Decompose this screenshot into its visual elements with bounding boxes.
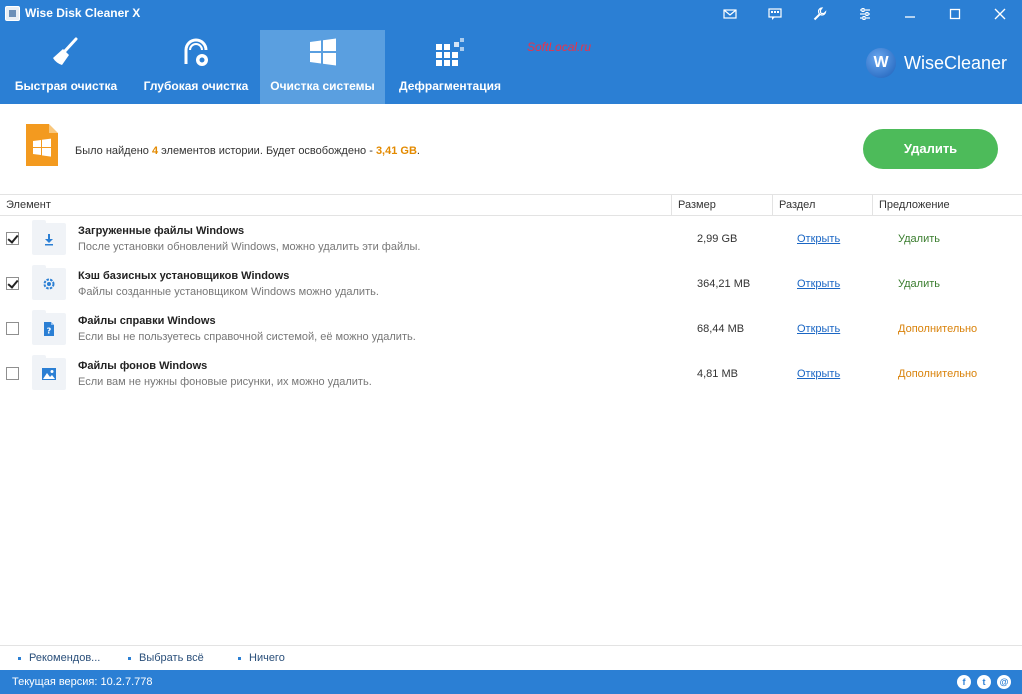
tab-defrag[interactable]: Дефрагментация [385, 30, 515, 104]
select-none-link[interactable]: Ничего [238, 652, 285, 664]
summary-text: Было найдено 4 элементов истории. Будет … [75, 145, 420, 157]
row-title: Файлы справки Windows [78, 315, 216, 327]
watermark: SoftLocal.ru [527, 40, 592, 54]
tab-quick-clean[interactable]: Быстрая очистка [0, 30, 132, 104]
open-link[interactable]: Открыть [797, 323, 840, 335]
row-suggestion: Удалить [898, 278, 940, 290]
image-icon [42, 368, 56, 380]
status-bar: Текущая версия: 10.2.7.778 f t @ [0, 670, 1022, 694]
maximize-icon[interactable] [942, 3, 968, 25]
help-file-icon: ? [44, 322, 54, 336]
row-description: Если вы не пользуетесь справочной систем… [78, 331, 416, 343]
tab-label: Очистка системы [270, 79, 375, 93]
app-title: Wise Disk Cleaner X [25, 6, 141, 20]
table-row[interactable]: Файлы фонов Windows Если вам не нужны фо… [0, 351, 1022, 396]
tab-system-clean[interactable]: Очистка системы [260, 30, 385, 104]
row-size: 2,99 GB [697, 233, 738, 245]
tab-deep-clean[interactable]: Глубокая очистка [132, 30, 260, 104]
mail-icon[interactable] [717, 3, 743, 25]
row-checkbox[interactable] [6, 232, 19, 245]
windows-icon [309, 38, 336, 66]
twitter-icon[interactable]: t [977, 675, 991, 689]
tab-label: Глубокая очистка [143, 79, 249, 93]
email-icon[interactable]: @ [997, 675, 1011, 689]
tools-icon[interactable] [807, 3, 833, 25]
version-text: Текущая версия: 10.2.7.778 [12, 676, 153, 688]
facebook-icon[interactable]: f [957, 675, 971, 689]
row-suggestion: Дополнительно [898, 323, 978, 335]
title-bar: Wise Disk Cleaner X [0, 0, 1022, 28]
open-link[interactable]: Открыть [797, 278, 840, 290]
table-row[interactable]: ? Файлы справки Windows Если вы не польз… [0, 306, 1022, 351]
column-item[interactable]: Элемент [0, 195, 671, 216]
gear-icon [43, 278, 55, 290]
table-row[interactable]: Загруженные файлы Windows После установк… [0, 216, 1022, 261]
row-checkbox[interactable] [6, 322, 19, 335]
row-title: Файлы фонов Windows [78, 360, 208, 372]
delete-button[interactable]: Удалить [863, 129, 998, 169]
tab-label: Дефрагментация [399, 79, 501, 93]
app-header: Wise Disk Cleaner X Быстрая очистка Глуб… [0, 0, 1022, 104]
select-all-link[interactable]: Выбрать всё [128, 652, 204, 664]
row-suggestion: Удалить [898, 233, 940, 245]
column-suggestion[interactable]: Предложение [872, 195, 1021, 216]
download-icon [45, 234, 53, 246]
total-size: 3,41 GB [375, 145, 417, 157]
row-title: Загруженные файлы Windows [78, 225, 245, 237]
vacuum-icon [184, 38, 208, 66]
brand-logo: W [866, 48, 896, 78]
broom-icon [53, 37, 78, 65]
close-icon[interactable] [987, 3, 1013, 25]
defrag-icon [436, 38, 464, 66]
column-size[interactable]: Размер [671, 195, 772, 216]
summary-panel: Было найдено 4 элементов истории. Будет … [0, 104, 1022, 194]
row-checkbox[interactable] [6, 367, 19, 380]
app-icon [5, 6, 20, 21]
table-header: Элемент Размер Раздел Предложение [0, 194, 1022, 216]
tab-label: Быстрая очистка [14, 79, 118, 93]
row-description: После установки обновлений Windows, можн… [78, 241, 421, 253]
row-size: 4,81 MB [697, 368, 738, 380]
table-row[interactable]: Кэш базисных установщиков Windows Файлы … [0, 261, 1022, 306]
row-title: Кэш базисных установщиков Windows [78, 270, 290, 282]
svg-text:?: ? [47, 327, 52, 336]
row-description: Если вам не нужны фоновые рисунки, их мо… [78, 376, 372, 388]
open-link[interactable]: Открыть [797, 233, 840, 245]
row-checkbox[interactable] [6, 277, 19, 290]
feedback-icon[interactable] [762, 3, 788, 25]
minimize-icon[interactable] [897, 3, 923, 25]
row-description: Файлы созданные установщиком Windows мож… [78, 286, 379, 298]
row-suggestion: Дополнительно [898, 368, 978, 380]
row-size: 364,21 MB [697, 278, 751, 290]
brand-name: WiseCleaner [904, 53, 1008, 73]
recommended-link[interactable]: Рекомендов... [17, 652, 100, 664]
column-section[interactable]: Раздел [772, 195, 872, 216]
open-link[interactable]: Открыть [797, 368, 840, 380]
system-file-icon [26, 124, 58, 166]
settings-icon[interactable] [852, 3, 878, 25]
selection-links: Рекомендов... Выбрать всё Ничего [0, 645, 1022, 670]
row-size: 68,44 MB [697, 323, 745, 335]
